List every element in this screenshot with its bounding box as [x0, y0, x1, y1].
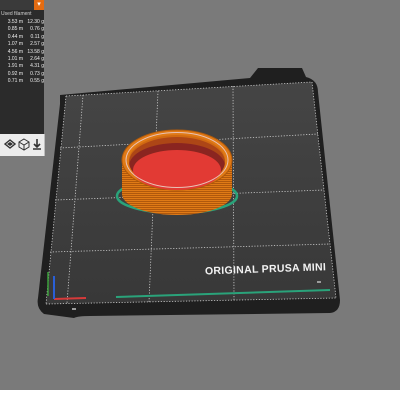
filament-length: 0.44 m	[7, 33, 23, 40]
3d-viewport[interactable]: ORIGINAL PRUSA MINI	[0, 0, 400, 400]
legend-dropdown-button[interactable]: ▾	[34, 0, 44, 10]
filament-weight: 12.30 g	[27, 19, 44, 25]
view-toolbar	[0, 134, 45, 156]
filament-weight: 0.73 g	[30, 70, 44, 77]
filament-weight: 2.57 g	[30, 41, 44, 48]
legend-row: 0.44 m 0.11 g	[0, 34, 44, 41]
bed-screw-mark	[72, 308, 76, 310]
legend-row: 0.85 m 0.76 g	[0, 26, 44, 33]
filament-length: 0.71 m	[7, 78, 23, 85]
legend-footer	[0, 113, 44, 134]
legend-header: Used filament	[1, 11, 32, 17]
filament-weight: 13.58 g	[27, 48, 44, 55]
legend-row: 0.71 m 0.55 g	[0, 78, 44, 85]
legend-row: 0.92 m 0.73 g	[0, 71, 44, 78]
legend-row: 1.07 m 2.57 g	[0, 41, 44, 48]
filament-weight: 4.31 g	[30, 63, 44, 70]
filament-weight: 0.55 g	[30, 78, 44, 85]
filament-weight: 0.76 g	[30, 26, 44, 33]
filament-length: 1.01 m	[7, 55, 23, 62]
filament-weight: 2.64 g	[30, 55, 44, 62]
filament-length: 0.85 m	[7, 26, 23, 33]
filament-length: 4.56 m	[7, 48, 23, 55]
printed-object	[115, 129, 239, 215]
bed-screw-mark	[317, 281, 321, 283]
filament-length: 0.92 m	[7, 70, 23, 77]
filament-length: 1.07 m	[7, 41, 23, 48]
legend-row: 4.56 m 13.58 g	[0, 49, 44, 56]
filament-weight: 0.11 g	[30, 33, 44, 40]
cube-icon[interactable]	[18, 137, 30, 151]
chevron-down-icon: ▾	[37, 1, 41, 8]
x-axis-marker	[53, 297, 87, 300]
export-gcode-icon[interactable]	[31, 137, 43, 151]
legend-title-bar: ▾	[0, 0, 44, 10]
layers-icon[interactable]	[3, 137, 17, 151]
legend-row: 1.01 m 2.64 g	[0, 56, 44, 63]
build-plate-scene	[37, 68, 340, 318]
filament-legend-panel: ▾ Used filament 3.53 m 12.30 g 0.85 m 0.76 …	[0, 0, 44, 134]
filament-length: 1.91 m	[7, 63, 23, 70]
legend-row: 1.91 m 4.31 g	[0, 63, 44, 70]
status-bar	[0, 390, 400, 400]
filament-length: 3.53 m	[7, 19, 23, 25]
legend-row: 3.53 m 12.30 g	[0, 19, 44, 26]
